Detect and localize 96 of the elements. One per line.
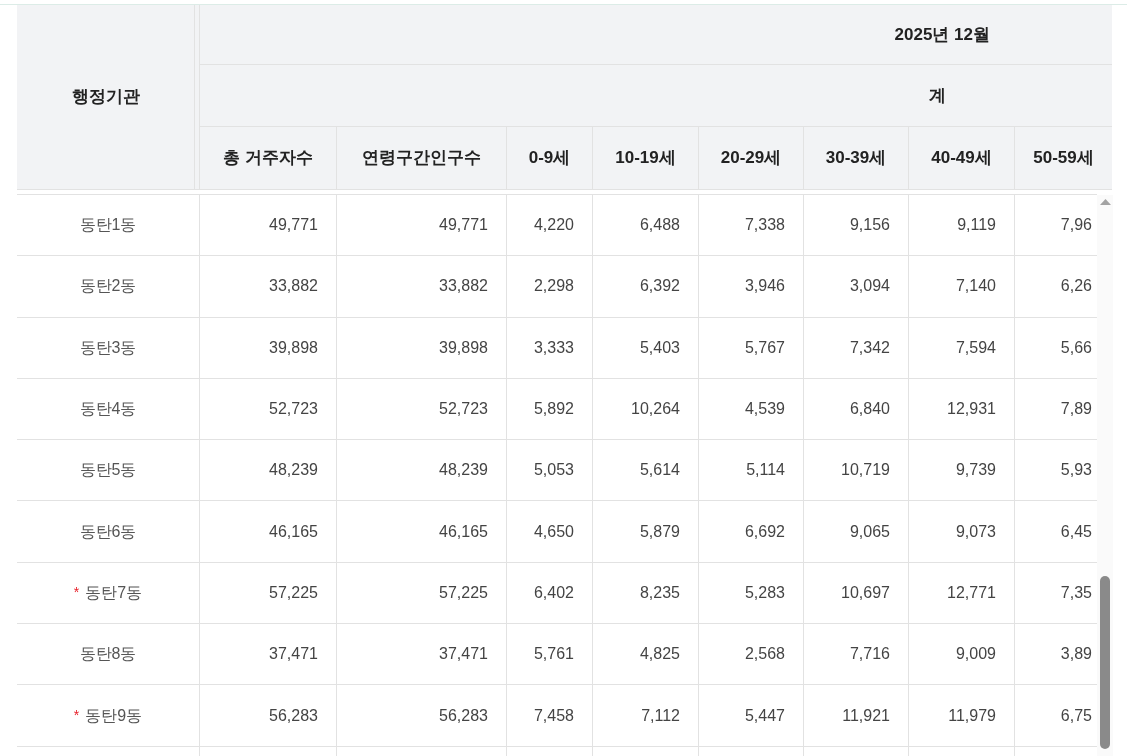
- table-cell: 3,946: [699, 256, 804, 317]
- table-cell: 3,333: [507, 317, 593, 378]
- table-cell: 52,723: [200, 378, 337, 440]
- table-cell: 7,594: [909, 317, 1015, 378]
- table-cell: 5,447: [699, 685, 804, 746]
- table-cell-text: 5,93: [1059, 460, 1093, 481]
- table-cell: 5,053: [507, 440, 593, 501]
- table-cell: 4,539: [699, 378, 804, 440]
- table-cell: 5,892: [507, 378, 593, 440]
- table-cell: 5,767: [699, 317, 804, 378]
- district-name: 동탄8동: [79, 644, 137, 665]
- table-cell: 33,882: [200, 256, 337, 317]
- table-cell: 8,235: [593, 562, 699, 624]
- table-cell: 9,009: [909, 624, 1015, 685]
- table-cell: 37,471: [200, 624, 337, 685]
- table-cell: 39,898: [337, 317, 507, 378]
- table-cell: 57,225: [200, 562, 337, 624]
- district-name: 동탄3동: [79, 337, 137, 358]
- asterisk-mark: *: [73, 583, 80, 603]
- table-cell: 4,220: [507, 195, 593, 256]
- table-cell-text: 6,75: [1059, 705, 1093, 726]
- table-cell: 12,771: [909, 562, 1015, 624]
- table-cell: 6,392: [593, 256, 699, 317]
- table-cell: 7,342: [804, 317, 909, 378]
- table-cell: 9,739: [909, 440, 1015, 501]
- district-name: 동탄9동: [85, 705, 143, 726]
- table-cell-text: 5,66: [1059, 337, 1093, 358]
- table-cell: 11,921: [804, 685, 909, 746]
- column-header: 40-49세: [909, 127, 1015, 189]
- table-cell: 37,471: [337, 624, 507, 685]
- table-cell: 9,156: [804, 195, 909, 256]
- table-cell: 2,568: [699, 624, 804, 685]
- table-cell: 11,979: [909, 685, 1015, 746]
- table-cell-text: 6,26: [1059, 276, 1093, 297]
- table-cell: 7,112: [593, 685, 699, 746]
- table-cell: 5,403: [593, 317, 699, 378]
- column-header: 0-9세: [507, 127, 593, 189]
- table-cell: 7,458: [507, 685, 593, 746]
- table-cell: 3,094: [804, 256, 909, 317]
- column-header: 총 거주자수: [200, 127, 337, 189]
- table-cell: 49,771: [200, 195, 337, 256]
- table-cell: 9,073: [909, 501, 1015, 562]
- period-header: 2025년 12월: [894, 23, 990, 46]
- table-cell: 56,283: [200, 685, 337, 746]
- table-cell: 48,239: [200, 440, 337, 501]
- table-cell-text: 7,96: [1059, 215, 1093, 236]
- table-cell: 9,065: [804, 501, 909, 562]
- table-cell: 33,882: [337, 256, 507, 317]
- table-cell: 46,165: [200, 501, 337, 562]
- column-header: 연령구간인구수: [337, 127, 507, 189]
- column-header: 50-59세: [1032, 147, 1095, 170]
- district-name: 동탄6동: [79, 521, 137, 542]
- table-cell: 12,931: [909, 378, 1015, 440]
- table-cell-text: 7,35: [1059, 582, 1093, 603]
- table-cell: 46,165: [337, 501, 507, 562]
- column-header: 30-39세: [804, 127, 909, 189]
- column-header: 10-19세: [593, 127, 699, 189]
- table-cell: 52,723: [337, 378, 507, 440]
- table-cell: 10,719: [804, 440, 909, 501]
- table-cell: 6,692: [699, 501, 804, 562]
- table-cell: 49,771: [337, 195, 507, 256]
- table-cell: 6,402: [507, 562, 593, 624]
- table-cell: 56,283: [337, 685, 507, 746]
- table-cell: 10,264: [593, 378, 699, 440]
- table-cell: 10,697: [804, 562, 909, 624]
- table-cell-text: 6,45: [1059, 521, 1093, 542]
- district-name: 동탄4동: [79, 399, 137, 420]
- table-cell: 5,114: [699, 440, 804, 501]
- table-cell: 5,761: [507, 624, 593, 685]
- table-cell: 4,650: [507, 501, 593, 562]
- table-cell-text: 3,89: [1059, 644, 1093, 665]
- district-name: 동탄5동: [79, 460, 137, 481]
- column-header: 20-29세: [699, 127, 804, 189]
- table-cell: 39,898: [200, 317, 337, 378]
- asterisk-mark: *: [73, 706, 80, 725]
- table-cell: 7,140: [909, 256, 1015, 317]
- district-name: 동탄1동: [79, 215, 137, 236]
- scrollbar-thumb[interactable]: [1100, 576, 1110, 749]
- district-name: 동탄2동: [79, 276, 137, 297]
- scroll-up-arrow-icon[interactable]: [1100, 199, 1111, 205]
- table-cell-text: 7,89: [1059, 399, 1093, 420]
- table-cell: 2,298: [507, 256, 593, 317]
- table-cell: 48,239: [337, 440, 507, 501]
- table-cell: 7,338: [699, 195, 804, 256]
- table-cell: 4,825: [593, 624, 699, 685]
- table-cell: 6,840: [804, 378, 909, 440]
- table-cell: 6,488: [593, 195, 699, 256]
- table-cell: 5,879: [593, 501, 699, 562]
- column-header: 행정기관: [17, 5, 195, 189]
- table-cell: 9,119: [909, 195, 1015, 256]
- table-cell: 5,614: [593, 440, 699, 501]
- table-cell: 7,716: [804, 624, 909, 685]
- district-name: 동탄7동: [85, 582, 143, 603]
- table-cell: 5,283: [699, 562, 804, 624]
- group-header: 계: [929, 84, 946, 107]
- table-cell: 57,225: [337, 562, 507, 624]
